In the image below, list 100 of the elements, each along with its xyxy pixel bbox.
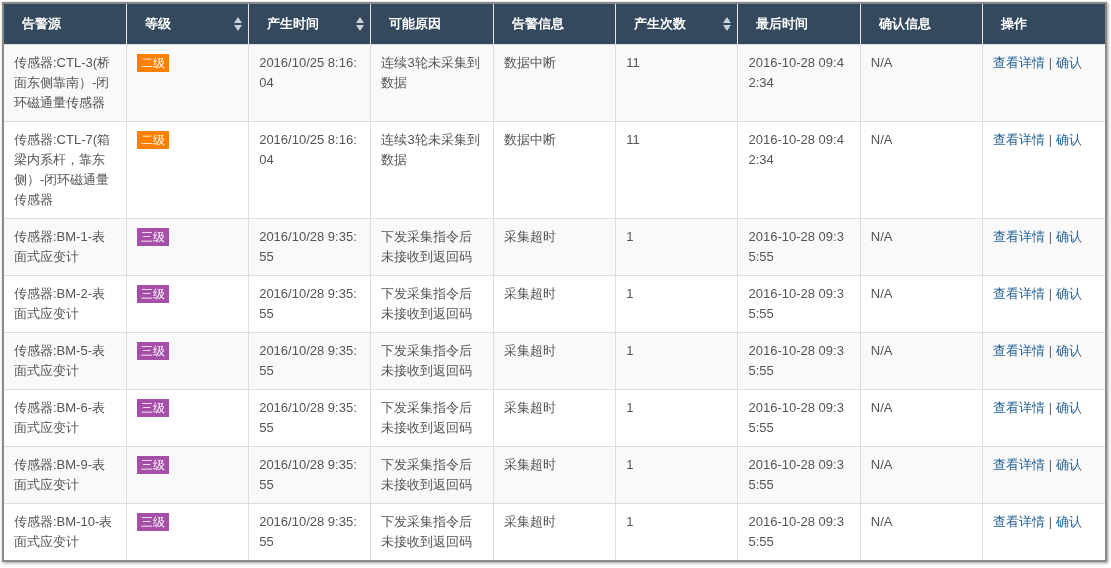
cause-cell: 下发采集指令后未接收到返回码 <box>381 400 473 435</box>
info-cell: 采集超时 <box>503 400 556 415</box>
time-cell: 2016-10-28 09:42:34 <box>748 55 844 90</box>
info-cell: 采集超时 <box>503 286 556 301</box>
level-badge: 三级 <box>136 285 169 303</box>
cause-cell: 下发采集指令后未接收到返回码 <box>381 286 473 321</box>
confirm-cell: N/A <box>870 514 893 529</box>
separator: | <box>1048 343 1053 358</box>
column-header: 确认信息 <box>860 4 983 45</box>
source-cell: 传感器:CTL-7(箱梁内系杆，靠东侧）-闭环磁通量传感器 <box>14 132 111 207</box>
level-badge: 三级 <box>136 456 169 474</box>
sortable-column-header[interactable]: 产生次数 <box>615 4 738 45</box>
level-badge: 三级 <box>136 228 169 246</box>
cause-cell: 下发采集指令后未接收到返回码 <box>381 229 473 264</box>
count-cell: 1 <box>626 514 634 529</box>
sort-icon <box>234 17 243 31</box>
cause-cell: 下发采集指令后未接收到返回码 <box>381 514 473 549</box>
level-badge: 三级 <box>136 342 169 360</box>
info-cell: 采集超时 <box>503 343 556 358</box>
sortable-column-header[interactable]: 产生时间 <box>248 4 371 45</box>
confirm-cell: N/A <box>870 55 893 70</box>
time-cell: 2016-10-28 09:35:55 <box>748 229 844 264</box>
info-cell: 数据中断 <box>503 132 556 147</box>
time-cell: 2016-10-28 09:35:55 <box>748 514 844 549</box>
confirm-cell: N/A <box>870 343 893 358</box>
view-details-link[interactable]: 查看详情 <box>993 457 1046 472</box>
info-cell: 数据中断 <box>503 55 556 70</box>
sortable-column-header[interactable]: 等级 <box>126 4 249 45</box>
confirm-cell: N/A <box>870 132 893 147</box>
confirm-cell: N/A <box>870 229 893 244</box>
count-cell: 11 <box>626 55 640 70</box>
level-badge: 三级 <box>136 399 169 417</box>
count-cell: 1 <box>626 229 634 244</box>
source-cell: 传感器:BM-1-表面式应变计 <box>14 229 105 264</box>
column-header: 操作 <box>982 4 1105 45</box>
sort-icon <box>723 17 732 31</box>
source-cell: 传感器:BM-9-表面式应变计 <box>14 457 105 492</box>
view-details-link[interactable]: 查看详情 <box>993 400 1046 415</box>
level-badge: 三级 <box>136 513 169 531</box>
confirm-cell: N/A <box>870 286 893 301</box>
confirm-link[interactable]: 确认 <box>1055 229 1082 244</box>
time-cell: 2016-10-28 09:35:55 <box>748 343 844 378</box>
confirm-link[interactable]: 确认 <box>1055 514 1082 529</box>
view-details-link[interactable]: 查看详情 <box>993 132 1046 147</box>
time-cell: 2016/10/25 8:16:04 <box>259 55 357 90</box>
separator: | <box>1048 457 1053 472</box>
view-details-link[interactable]: 查看详情 <box>993 286 1046 301</box>
confirm-link[interactable]: 确认 <box>1055 343 1082 358</box>
separator: | <box>1048 286 1053 301</box>
level-badge: 二级 <box>136 54 169 72</box>
info-cell: 采集超时 <box>503 457 556 472</box>
count-cell: 1 <box>626 457 634 472</box>
level-badge: 二级 <box>136 131 169 149</box>
confirm-link[interactable]: 确认 <box>1055 55 1082 70</box>
time-cell: 2016-10-28 09:35:55 <box>748 286 844 321</box>
separator: | <box>1048 229 1053 244</box>
time-cell: 2016-10-28 09:42:34 <box>748 132 844 167</box>
confirm-link[interactable]: 确认 <box>1055 400 1082 415</box>
source-cell: 传感器:CTL-3(桥面东侧靠南）-闭环磁通量传感器 <box>14 55 111 110</box>
confirm-cell: N/A <box>870 457 893 472</box>
column-header: 最后时间 <box>737 4 861 45</box>
time-cell: 2016/10/28 9:35:55 <box>259 457 357 492</box>
view-details-link[interactable]: 查看详情 <box>993 229 1046 244</box>
separator: | <box>1048 514 1053 529</box>
time-cell: 2016/10/25 8:16:04 <box>259 132 357 167</box>
count-cell: 1 <box>626 400 634 415</box>
source-cell: 传感器:BM-2-表面式应变计 <box>14 286 105 321</box>
time-cell: 2016-10-28 09:35:55 <box>748 457 844 492</box>
cause-cell: 下发采集指令后未接收到返回码 <box>381 457 473 492</box>
source-cell: 传感器:BM-10-表面式应变计 <box>14 514 113 549</box>
info-cell: 采集超时 <box>503 514 556 529</box>
confirm-link[interactable]: 确认 <box>1055 457 1082 472</box>
separator: | <box>1048 55 1053 70</box>
cause-cell: 下发采集指令后未接收到返回码 <box>381 343 473 378</box>
column-header: 告警信息 <box>493 4 616 45</box>
count-cell: 1 <box>626 286 634 301</box>
separator: | <box>1048 132 1053 147</box>
time-cell: 2016/10/28 9:35:55 <box>259 286 357 321</box>
view-details-link[interactable]: 查看详情 <box>993 514 1046 529</box>
count-cell: 1 <box>626 343 634 358</box>
view-details-link[interactable]: 查看详情 <box>993 55 1046 70</box>
source-cell: 传感器:BM-5-表面式应变计 <box>14 343 105 378</box>
time-cell: 2016/10/28 9:35:55 <box>259 343 357 378</box>
source-cell: 传感器:BM-6-表面式应变计 <box>14 400 105 435</box>
cause-cell: 连续3轮未采集到数据 <box>381 55 480 90</box>
time-cell: 2016/10/28 9:35:55 <box>259 514 357 549</box>
confirm-link[interactable]: 确认 <box>1055 132 1082 147</box>
cause-cell: 连续3轮未采集到数据 <box>381 132 480 167</box>
view-details-link[interactable]: 查看详情 <box>993 343 1046 358</box>
time-cell: 2016/10/28 9:35:55 <box>259 400 357 435</box>
column-header: 可能原因 <box>371 4 494 45</box>
count-cell: 11 <box>626 132 640 147</box>
column-header: 告警源 <box>4 4 127 45</box>
sort-icon <box>356 17 365 31</box>
info-cell: 采集超时 <box>503 229 556 244</box>
confirm-cell: N/A <box>870 400 893 415</box>
time-cell: 2016/10/28 9:35:55 <box>259 229 357 264</box>
time-cell: 2016-10-28 09:35:55 <box>748 400 844 435</box>
separator: | <box>1048 400 1053 415</box>
confirm-link[interactable]: 确认 <box>1055 286 1082 301</box>
